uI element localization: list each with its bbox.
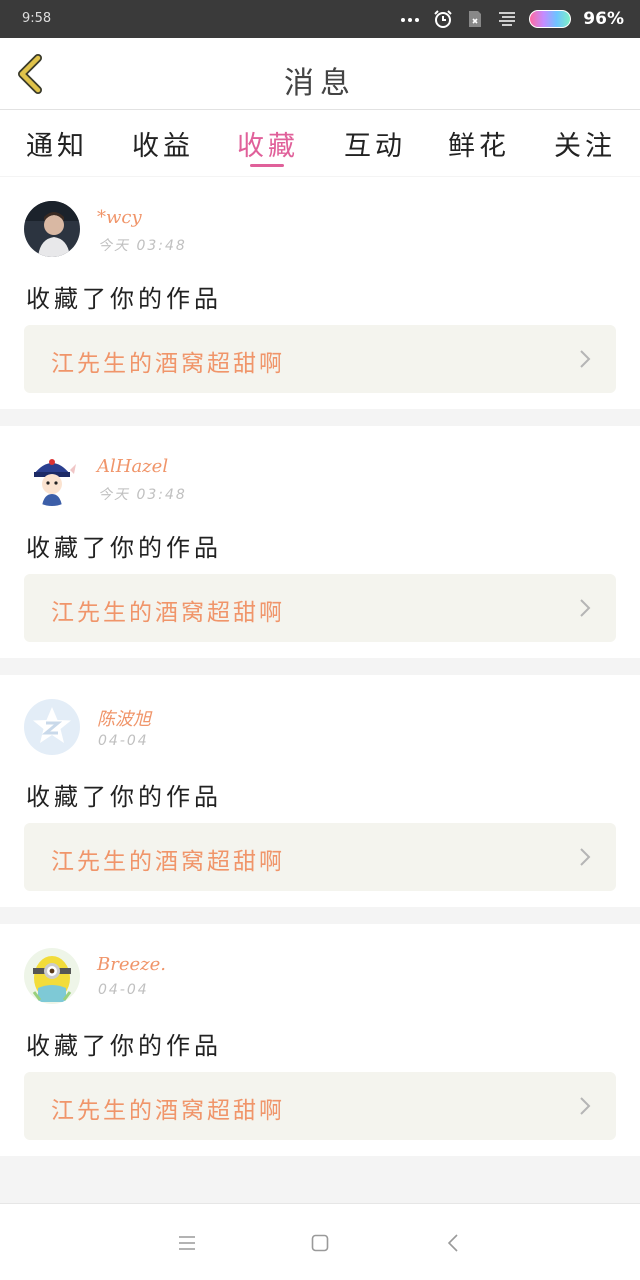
battery-icon — [529, 10, 572, 28]
avatar[interactable] — [24, 450, 80, 506]
work-link[interactable]: 江先生的酒窝超甜啊 — [24, 574, 616, 642]
message-text: 收藏了你的作品 — [26, 1032, 222, 1060]
username[interactable]: *wcy — [97, 207, 142, 228]
header: 消息 — [0, 38, 640, 110]
menu-icon[interactable] — [176, 1232, 198, 1254]
page-title: 消息 — [284, 66, 356, 101]
tab-following[interactable]: 关注 — [540, 124, 630, 163]
work-link[interactable]: 江先生的酒窝超甜啊 — [24, 1072, 616, 1140]
tab-interactions[interactable]: 互动 — [330, 124, 420, 163]
work-title: 江先生的酒窝超甜啊 — [51, 351, 285, 377]
tab-bar: 通知 收益 收藏 互动 鲜花 关注 — [0, 110, 640, 176]
signal-lines-icon — [499, 12, 516, 26]
tab-earnings[interactable]: 收益 — [118, 124, 208, 163]
username[interactable]: AlHazel — [97, 456, 168, 477]
avatar[interactable] — [24, 948, 80, 1004]
message-time: 今天 03:48 — [98, 238, 187, 254]
message-text: 收藏了你的作品 — [26, 783, 222, 811]
message-card: Breeze. 04-04 收藏了你的作品 江先生的酒窝超甜啊 — [0, 924, 640, 1156]
work-title: 江先生的酒窝超甜啊 — [51, 600, 285, 626]
home-square-icon[interactable] — [309, 1232, 331, 1254]
avatar[interactable] — [24, 699, 80, 755]
chevron-right-icon — [580, 848, 591, 866]
username[interactable]: Breeze. — [97, 954, 166, 975]
message-text: 收藏了你的作品 — [26, 534, 222, 562]
system-nav-bar — [0, 1203, 640, 1280]
chevron-right-icon — [580, 1097, 591, 1115]
status-time: 9:58 — [22, 11, 52, 26]
tab-flowers[interactable]: 鲜花 — [434, 124, 524, 163]
username[interactable]: 陈波旭 — [97, 705, 151, 731]
work-title: 江先生的酒窝超甜啊 — [51, 849, 285, 875]
message-time: 04-04 — [98, 733, 149, 749]
back-triangle-icon[interactable] — [443, 1232, 465, 1254]
more-dots-icon — [401, 16, 421, 22]
status-bar: 9:58 96% — [0, 0, 640, 38]
tab-notifications[interactable]: 通知 — [12, 124, 102, 163]
chevron-right-icon — [580, 350, 591, 368]
message-text: 收藏了你的作品 — [26, 285, 222, 313]
message-card: 陈波旭 04-04 收藏了你的作品 江先生的酒窝超甜啊 — [0, 675, 640, 907]
message-card: *wcy 今天 03:48 收藏了你的作品 江先生的酒窝超甜啊 — [0, 177, 640, 409]
alarm-icon — [434, 10, 453, 28]
work-link[interactable]: 江先生的酒窝超甜啊 — [24, 325, 616, 393]
tab-favorites[interactable]: 收藏 — [223, 124, 313, 163]
work-link[interactable]: 江先生的酒窝超甜啊 — [24, 823, 616, 891]
message-card: AlHazel 今天 03:48 收藏了你的作品 江先生的酒窝超甜啊 — [0, 426, 640, 658]
work-title: 江先生的酒窝超甜啊 — [51, 1098, 285, 1124]
chevron-right-icon — [580, 599, 591, 617]
battery-percent: 96% — [583, 9, 624, 29]
message-time: 04-04 — [98, 982, 149, 998]
active-tab-indicator — [250, 164, 284, 167]
message-time: 今天 03:48 — [98, 487, 187, 503]
sim-missing-icon — [469, 11, 482, 27]
status-icons: 96% — [401, 8, 624, 30]
avatar[interactable] — [24, 201, 80, 257]
